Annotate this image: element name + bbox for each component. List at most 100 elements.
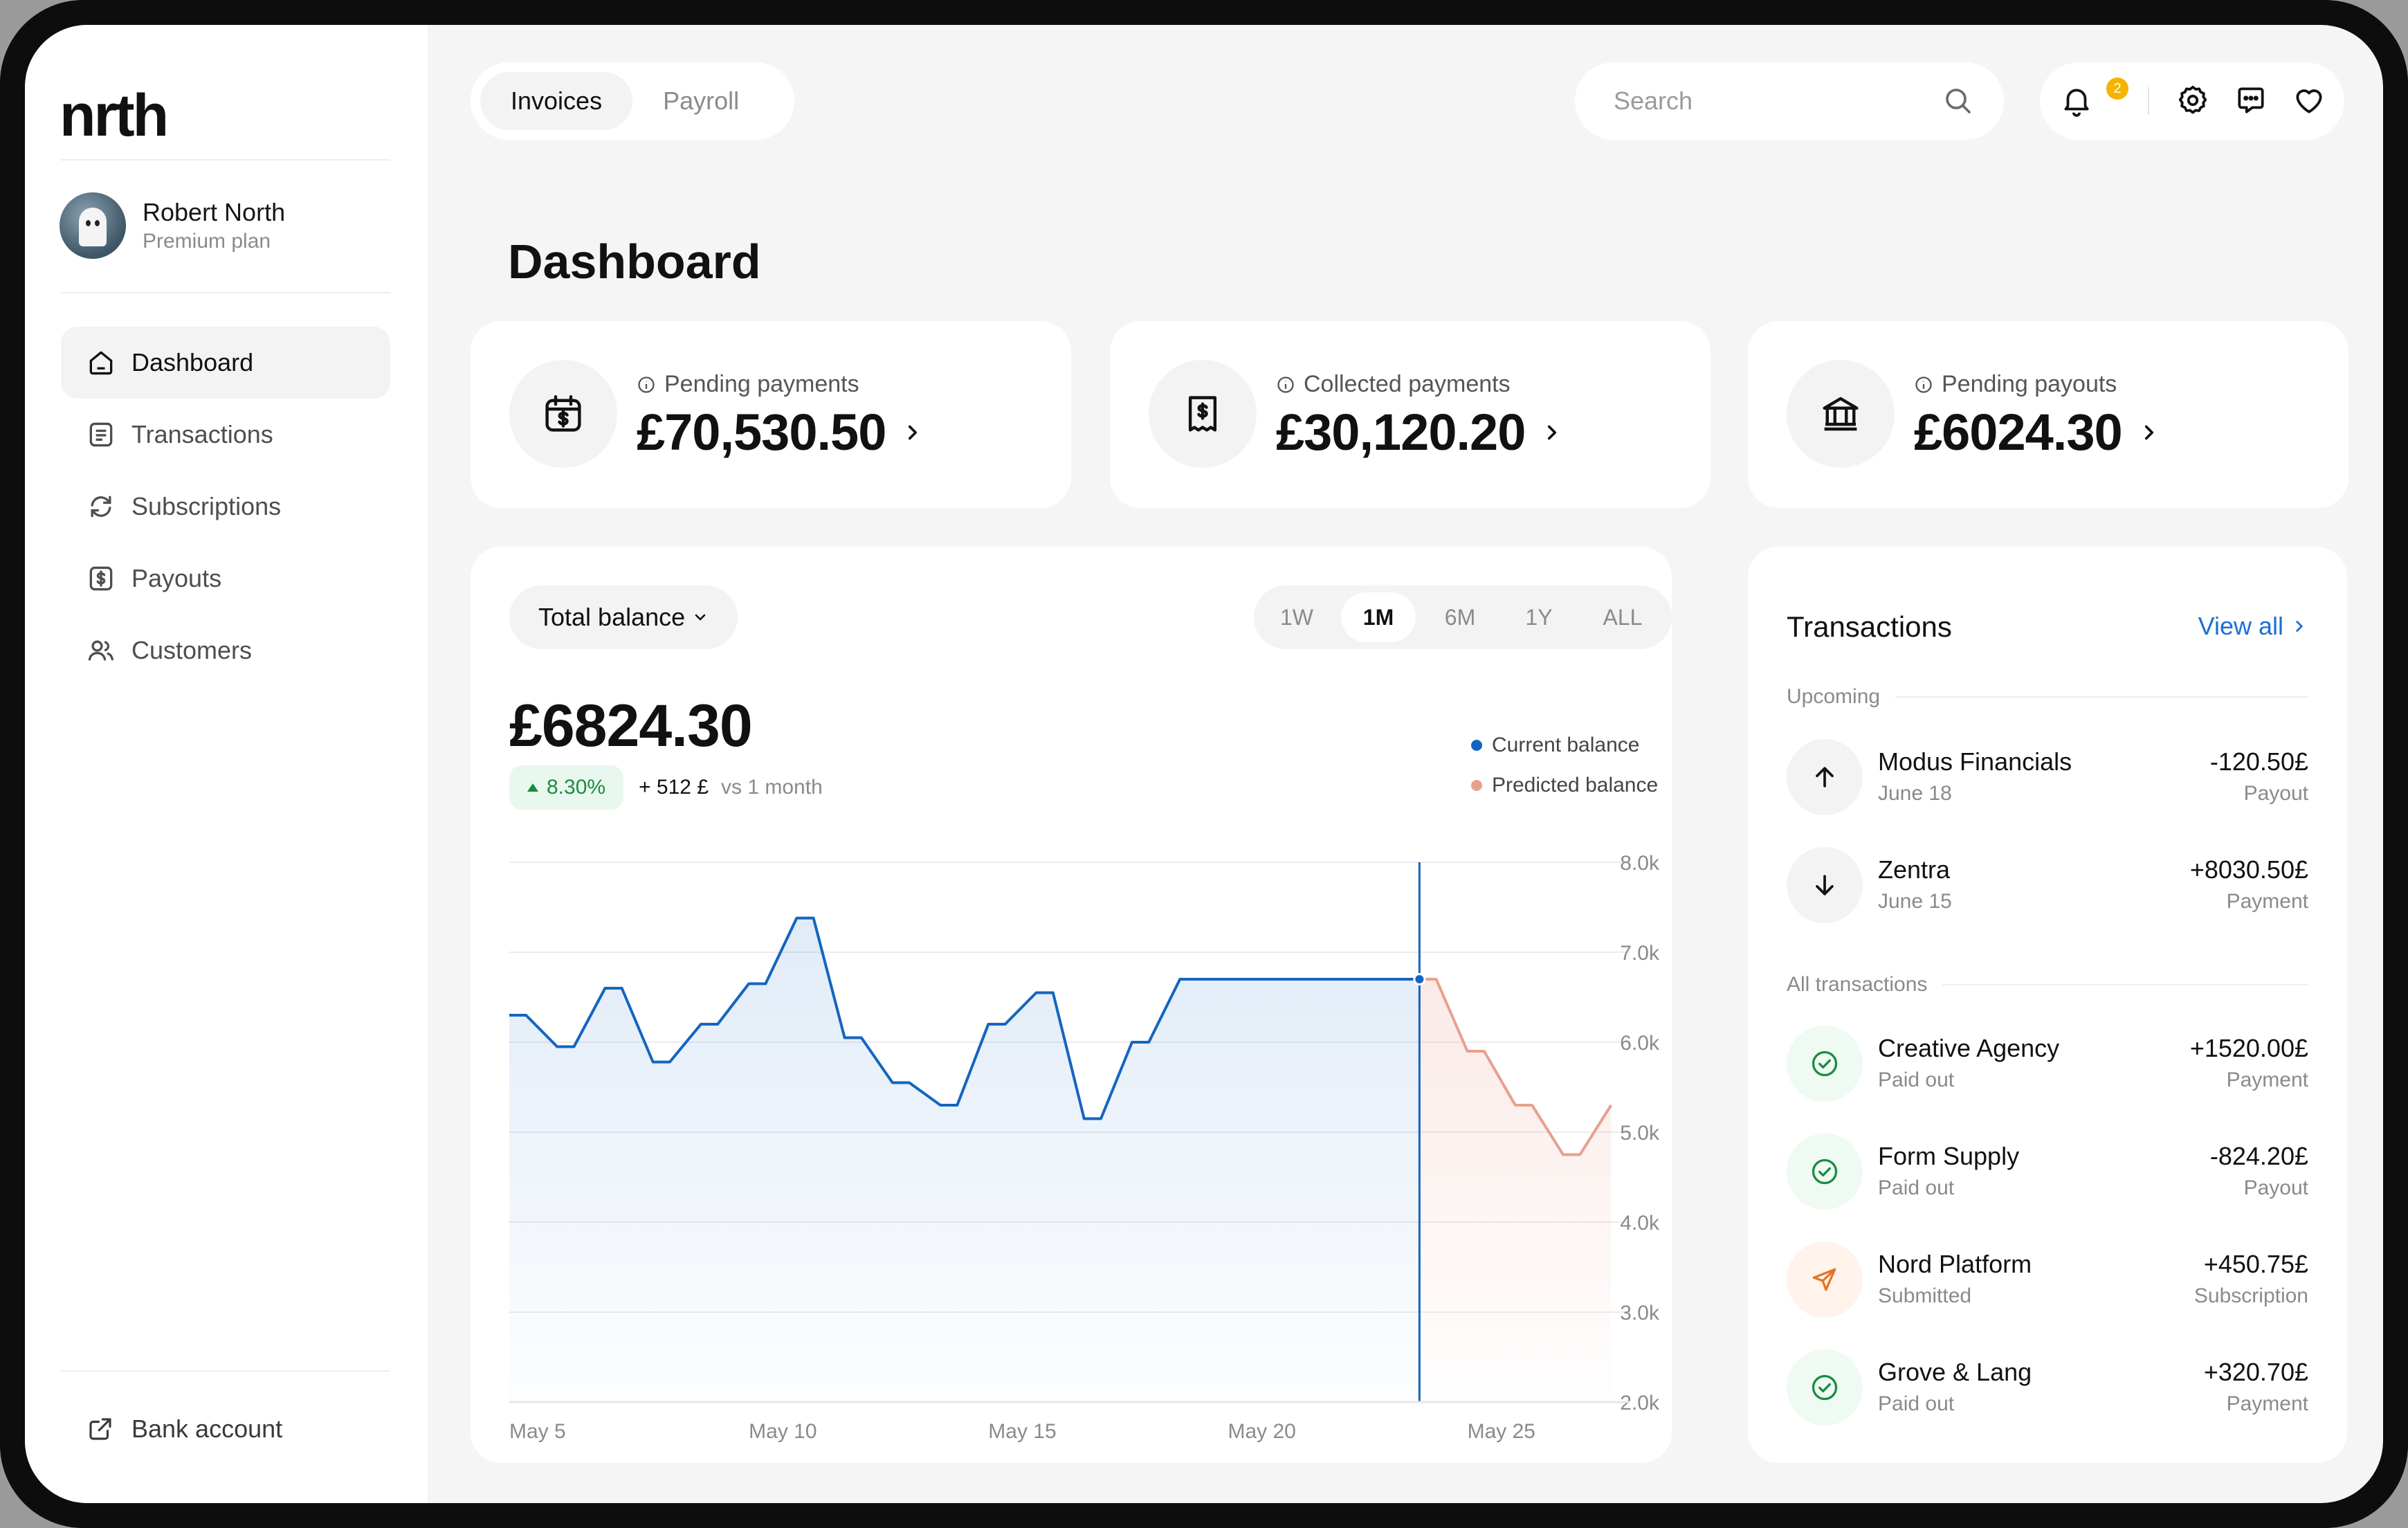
transaction-type: Subscription bbox=[2193, 1284, 2308, 1307]
transaction-type: Payout bbox=[2243, 1176, 2308, 1199]
calendar-dollar-icon bbox=[545, 395, 581, 432]
bank-account-label: Bank account bbox=[131, 1415, 283, 1443]
divider bbox=[61, 1370, 390, 1372]
section-header-all: All transactions bbox=[1787, 973, 2308, 997]
user-profile[interactable]: Robert North Premium plan bbox=[60, 192, 285, 259]
transaction-amount: +1520.00£ bbox=[2189, 1034, 2308, 1062]
view-all-label: View all bbox=[2198, 612, 2283, 640]
bank-account-link[interactable]: Bank account bbox=[86, 1415, 282, 1444]
sidebar: nrth Robert North Premium plan Dashboard… bbox=[25, 25, 428, 1503]
chevron-right-icon bbox=[2296, 621, 2303, 632]
transaction-name: Nord Platform bbox=[1878, 1250, 2032, 1278]
view-all-link[interactable]: View all bbox=[2198, 612, 2308, 641]
search-placeholder: Search bbox=[1614, 87, 1693, 115]
transaction-row[interactable]: Nord Platform Submitted +450.75£ Subscri… bbox=[1787, 1242, 2308, 1318]
transaction-status: Paid out bbox=[1878, 1176, 1955, 1199]
transaction-row[interactable]: Creative Agency Paid out +1520.00£ Payme… bbox=[1787, 1026, 2308, 1102]
receipt-icon bbox=[1188, 396, 1217, 432]
transaction-amount: -120.50£ bbox=[2209, 747, 2308, 776]
sidebar-item-customers[interactable]: Customers bbox=[61, 615, 390, 686]
stat-card-pending-payouts[interactable]: Pending payouts £6024.30 bbox=[1748, 321, 2348, 508]
y-tick-label: 8.0k bbox=[1620, 852, 1660, 875]
transaction-type: Payment bbox=[2226, 1392, 2308, 1415]
check-circle-icon bbox=[1812, 1158, 1838, 1185]
y-tick-label: 5.0k bbox=[1620, 1122, 1660, 1145]
chevron-right-icon[interactable] bbox=[2137, 421, 2161, 444]
tab-invoices[interactable]: Invoices bbox=[480, 72, 633, 130]
chevron-right-icon[interactable] bbox=[901, 421, 924, 444]
chevron-right-icon[interactable] bbox=[1540, 421, 1564, 444]
page-title: Dashboard bbox=[508, 235, 761, 289]
stat-label: Collected payments bbox=[1304, 371, 1511, 397]
search-icon[interactable] bbox=[1942, 84, 1975, 118]
transaction-status: Paid out bbox=[1878, 1068, 1955, 1091]
divider bbox=[61, 159, 390, 161]
device-frame: nrth Robert North Premium plan Dashboard… bbox=[0, 0, 2408, 1528]
sidebar-item-label: Transactions bbox=[131, 420, 273, 448]
divider bbox=[2148, 87, 2149, 115]
stat-value: £70,530.50 bbox=[637, 403, 886, 461]
heart-icon[interactable] bbox=[2292, 83, 2326, 118]
check-circle-icon bbox=[1812, 1050, 1838, 1077]
stat-card-collected-payments[interactable]: Collected payments £30,120.20 bbox=[1110, 321, 1711, 508]
balance-chart-card: Total balance 1W 1M 6M 1Y ALL £6824.30 8… bbox=[471, 547, 1672, 1463]
app-logo[interactable]: nrth bbox=[60, 82, 169, 150]
transaction-amount: +320.70£ bbox=[2203, 1358, 2308, 1386]
app-screen: nrth Robert North Premium plan Dashboard… bbox=[25, 25, 2383, 1503]
sidebar-item-dashboard[interactable]: Dashboard bbox=[61, 327, 390, 399]
users-icon bbox=[88, 640, 113, 661]
transaction-date: June 18 bbox=[1878, 782, 1952, 805]
transaction-type: Payment bbox=[2226, 1068, 2308, 1091]
list-icon bbox=[89, 422, 113, 447]
transaction-name: Creative Agency bbox=[1878, 1034, 2060, 1062]
transaction-row[interactable]: Form Supply Paid out -824.20£ Payout bbox=[1787, 1134, 2308, 1210]
toolbar-icons: 2 bbox=[2040, 62, 2344, 140]
section-label: All transactions bbox=[1787, 973, 1928, 996]
sidebar-item-label: Dashboard bbox=[131, 348, 254, 376]
transaction-row[interactable]: Modus Financials June 18 -120.50£ Payout bbox=[1787, 739, 2308, 815]
transactions-title: Transactions bbox=[1787, 610, 1952, 643]
external-link-icon bbox=[89, 1418, 111, 1440]
y-tick-label: 7.0k bbox=[1620, 942, 1660, 965]
check-circle-icon bbox=[1812, 1374, 1838, 1401]
notification-badge: 2 bbox=[2106, 78, 2128, 100]
stat-label: Pending payments bbox=[664, 371, 859, 397]
transaction-amount: +450.75£ bbox=[2203, 1250, 2308, 1278]
y-tick-label: 4.0k bbox=[1620, 1212, 1660, 1235]
sidebar-item-payouts[interactable]: Payouts bbox=[61, 543, 390, 615]
bell-icon[interactable] bbox=[2059, 83, 2094, 118]
series-area bbox=[509, 918, 1420, 1402]
info-icon bbox=[638, 376, 655, 393]
x-tick-label: May 25 bbox=[1468, 1420, 1535, 1443]
transaction-status: Submitted bbox=[1878, 1284, 1972, 1307]
tab-payroll[interactable]: Payroll bbox=[632, 72, 769, 130]
transaction-status: Paid out bbox=[1878, 1392, 1955, 1415]
info-icon bbox=[1915, 376, 1932, 393]
transaction-amount: +8030.50£ bbox=[2189, 855, 2308, 884]
x-tick-label: May 5 bbox=[509, 1420, 566, 1443]
balance-line-chart[interactable]: 8.0k7.0k6.0k5.0k4.0k3.0k2.0kMay 5 May 10 M… bbox=[471, 547, 1672, 1463]
y-tick-label: 3.0k bbox=[1620, 1302, 1660, 1325]
sidebar-item-label: Payouts bbox=[131, 564, 222, 592]
home-icon bbox=[89, 351, 113, 375]
sidebar-item-transactions[interactable]: Transactions bbox=[61, 399, 390, 471]
arrow-down-icon bbox=[1816, 875, 1834, 895]
transaction-name: Modus Financials bbox=[1878, 747, 2072, 776]
stat-label: Pending payouts bbox=[1942, 371, 2117, 397]
arrow-up-icon bbox=[1816, 767, 1834, 788]
transactions-card: Transactions View all Upcoming Modus Fin… bbox=[1748, 547, 2347, 1463]
x-tick-label: May 10 bbox=[749, 1420, 817, 1443]
gear-icon[interactable] bbox=[2176, 83, 2210, 118]
sidebar-item-subscriptions[interactable]: Subscriptions bbox=[61, 471, 390, 543]
transaction-type: Payment bbox=[2226, 890, 2308, 913]
x-tick-label: May 15 bbox=[988, 1420, 1056, 1443]
refresh-icon bbox=[91, 495, 111, 518]
transaction-row[interactable]: Grove & Lang Paid out +320.70£ Payment bbox=[1787, 1349, 2308, 1426]
transaction-name: Zentra bbox=[1878, 855, 1951, 884]
message-icon[interactable] bbox=[2234, 83, 2268, 118]
transaction-row[interactable]: Zentra June 15 +8030.50£ Payment bbox=[1787, 847, 2308, 923]
transaction-name: Form Supply bbox=[1878, 1142, 2020, 1170]
sidebar-item-label: Subscriptions bbox=[131, 492, 282, 520]
search-input[interactable]: Search bbox=[1575, 62, 2004, 140]
stat-card-pending-payments[interactable]: Pending payments £70,530.50 bbox=[471, 321, 1071, 508]
